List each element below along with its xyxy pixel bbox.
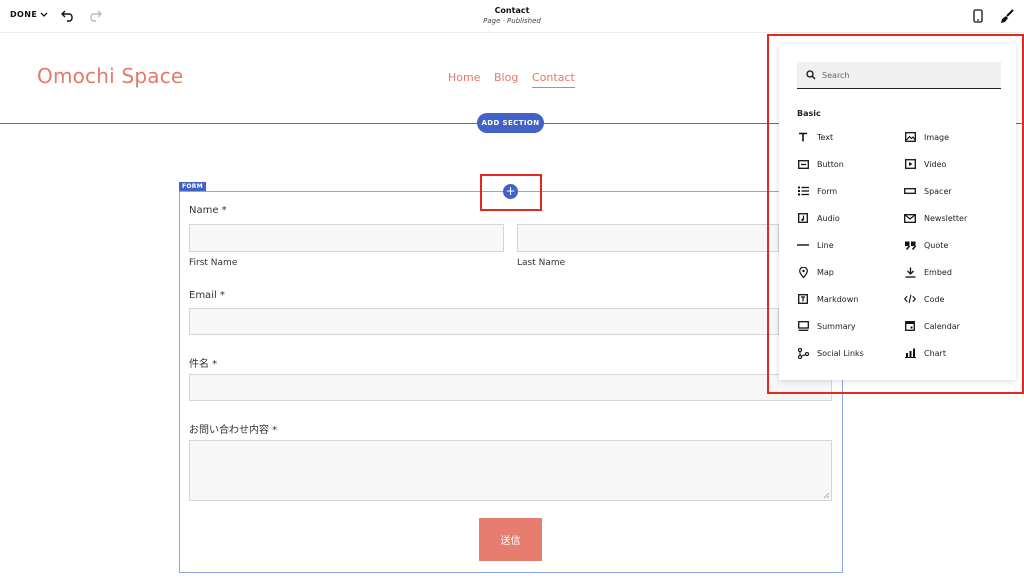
block-label: Social Links xyxy=(817,348,864,358)
block-chart[interactable]: Chart xyxy=(904,345,946,361)
block-label: Summary xyxy=(817,321,856,331)
email-field[interactable] xyxy=(189,308,779,335)
nav-contact[interactable]: Contact xyxy=(532,71,575,88)
block-line[interactable]: Line xyxy=(797,237,834,253)
block-label: Text xyxy=(817,132,834,142)
paintbrush-icon[interactable] xyxy=(999,8,1015,24)
subject-label: 件名 * xyxy=(189,359,218,370)
spacer-icon xyxy=(904,185,916,197)
block-label: Line xyxy=(817,240,834,250)
first-name-label: First Name xyxy=(189,258,238,268)
nav-blog[interactable]: Blog xyxy=(494,71,518,84)
submit-button[interactable]: 送信 xyxy=(479,518,542,561)
code-icon xyxy=(904,293,916,305)
quote-icon xyxy=(904,239,916,251)
nav-home[interactable]: Home xyxy=(448,71,480,84)
markdown-icon xyxy=(797,293,809,305)
mobile-preview-icon[interactable] xyxy=(970,8,986,24)
last-name-label: Last Name xyxy=(517,258,566,268)
block-label: Calendar xyxy=(924,321,960,331)
video-icon xyxy=(904,158,916,170)
block-label: Map xyxy=(817,267,834,277)
block-label: Embed xyxy=(924,267,952,277)
map-pin-icon xyxy=(797,266,809,278)
summary-icon xyxy=(797,320,809,332)
block-calendar[interactable]: Calendar xyxy=(904,318,960,334)
audio-icon xyxy=(797,212,809,224)
resize-handle-icon[interactable] xyxy=(823,492,830,499)
message-label: お問い合わせ内容 * xyxy=(189,425,278,436)
first-name-field[interactable] xyxy=(189,224,504,252)
block-form[interactable]: Form xyxy=(797,183,837,199)
block-image[interactable]: Image xyxy=(904,129,949,145)
block-code[interactable]: Code xyxy=(904,291,944,307)
block-label: Newsletter xyxy=(924,213,968,223)
block-quote[interactable]: Quote xyxy=(904,237,948,253)
page-status: Page · Published xyxy=(483,17,541,25)
newsletter-icon xyxy=(904,212,916,224)
block-label: Code xyxy=(924,294,945,304)
editor-toolbar: DONE Contact Page · Published xyxy=(0,0,1024,33)
message-textarea[interactable] xyxy=(189,440,832,501)
embed-icon xyxy=(904,266,916,278)
block-label: Video xyxy=(924,159,947,169)
search-input[interactable] xyxy=(822,70,982,80)
name-label: Name * xyxy=(189,205,227,216)
block-map[interactable]: Map xyxy=(797,264,834,280)
block-embed[interactable]: Embed xyxy=(904,264,952,280)
block-markdown[interactable]: Markdown xyxy=(797,291,858,307)
block-label: Audio xyxy=(817,213,840,223)
block-label: Form xyxy=(817,186,838,196)
add-section-button[interactable]: ADD SECTION xyxy=(477,113,544,133)
block-social-links[interactable]: Social Links xyxy=(797,345,864,361)
block-search[interactable] xyxy=(797,62,1001,89)
block-label: Button xyxy=(817,159,844,169)
block-newsletter[interactable]: Newsletter xyxy=(904,210,967,226)
block-spacer[interactable]: Spacer xyxy=(904,183,952,199)
calendar-icon xyxy=(904,320,916,332)
chart-icon xyxy=(904,347,916,359)
email-label: Email * xyxy=(189,290,225,301)
block-label: Markdown xyxy=(817,294,859,304)
image-icon xyxy=(904,131,916,143)
block-summary[interactable]: Summary xyxy=(797,318,856,334)
basic-section-heading: Basic xyxy=(797,109,821,118)
block-button[interactable]: Button xyxy=(797,156,844,172)
last-name-field[interactable] xyxy=(517,224,779,252)
subject-field[interactable] xyxy=(189,374,832,401)
form-block-tag: FORM xyxy=(179,182,206,191)
block-audio[interactable]: Audio xyxy=(797,210,840,226)
site-title[interactable]: Omochi Space xyxy=(37,64,183,88)
form-icon xyxy=(797,185,809,197)
block-label: Spacer xyxy=(924,186,952,196)
highlight-box-plus xyxy=(480,174,542,211)
line-icon xyxy=(797,239,809,251)
social-links-icon xyxy=(797,347,809,359)
block-label: Chart xyxy=(924,348,946,358)
button-icon xyxy=(797,158,809,170)
text-icon xyxy=(797,131,809,143)
block-label: Quote xyxy=(924,240,949,250)
block-text[interactable]: Text xyxy=(797,129,833,145)
page-title: Contact xyxy=(494,6,530,15)
block-label: Image xyxy=(924,132,950,142)
block-video[interactable]: Video xyxy=(904,156,946,172)
search-icon xyxy=(806,70,816,80)
